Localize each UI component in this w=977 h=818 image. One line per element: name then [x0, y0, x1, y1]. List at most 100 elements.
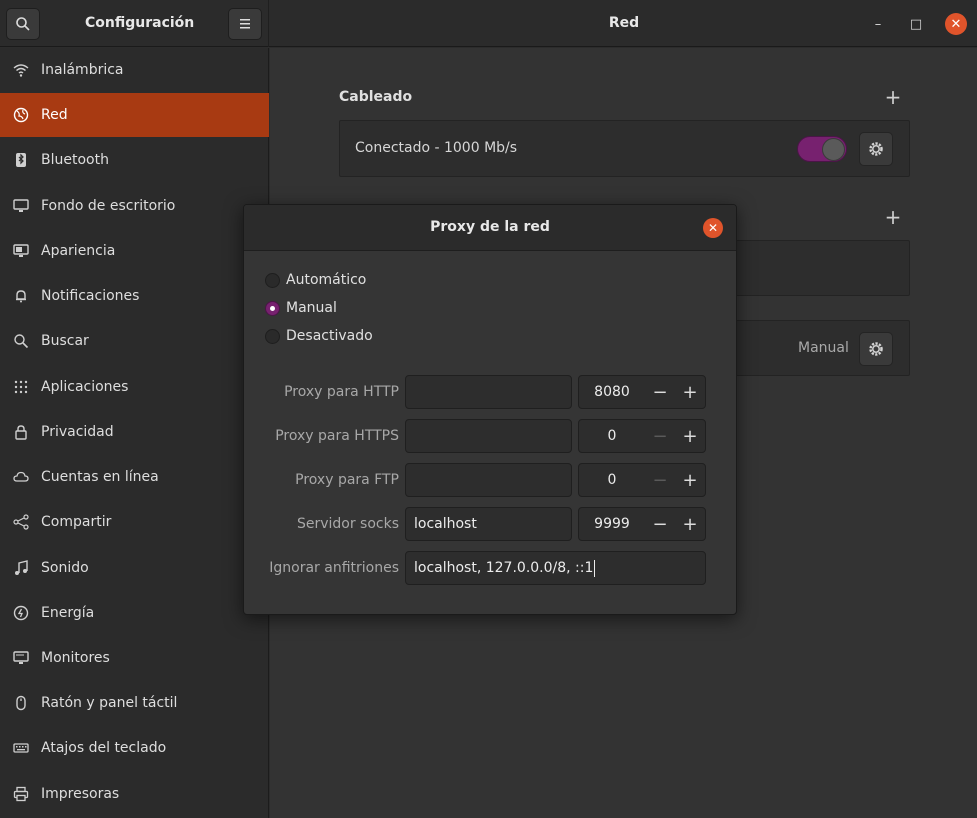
socks-host-input[interactable]: localhost — [405, 507, 572, 541]
proxy-settings-button[interactable] — [859, 332, 893, 366]
minus-icon: − — [652, 469, 668, 491]
sidebar-item-notificaciones[interactable]: Notificaciones — [0, 274, 269, 318]
sidebar-item-sonido[interactable]: Sonido — [0, 546, 269, 590]
ignore-hosts-label: Ignorar anfitriones — [269, 560, 399, 576]
socks-server-label: Servidor socks — [296, 516, 399, 532]
plus-icon[interactable]: + — [675, 376, 705, 408]
minimize-button[interactable]: – — [867, 13, 889, 35]
apps-grid-icon — [12, 378, 30, 396]
https-host-input[interactable] — [405, 419, 572, 453]
close-window-button[interactable]: ✕ — [945, 13, 967, 35]
text-cursor — [594, 559, 596, 577]
wifi-icon — [12, 61, 30, 79]
sidebar-item-impresoras[interactable]: Impresoras — [0, 772, 269, 816]
search-icon — [16, 17, 30, 31]
add-wired-button[interactable]: + — [883, 85, 903, 109]
appearance-icon — [12, 242, 30, 260]
wired-connection-card: Conectado - 1000 Mb/s — [339, 120, 910, 177]
wired-settings-button[interactable] — [859, 132, 893, 166]
power-icon — [12, 604, 30, 622]
plus-icon[interactable]: + — [675, 508, 705, 540]
http-proxy-label: Proxy para HTTP — [284, 384, 399, 400]
sidebar-item-label: Atajos del teclado — [41, 740, 167, 756]
page-title: Red — [608, 15, 640, 31]
sidebar-item-label: Buscar — [41, 333, 89, 349]
sidebar-item-label: Monitores — [41, 650, 110, 666]
sidebar-item-label: Bluetooth — [41, 152, 109, 168]
wired-status: Conectado - 1000 Mb/s — [355, 140, 518, 156]
http-host-input[interactable] — [405, 375, 572, 409]
sidebar-item-label: Inalámbrica — [41, 62, 124, 78]
sidebar-item-fondo[interactable]: Fondo de escritorio — [0, 184, 269, 228]
socks-port-value[interactable]: 9999 — [579, 516, 645, 532]
keyboard-icon — [12, 739, 30, 757]
http-port-stepper[interactable]: 8080 − + — [578, 375, 706, 409]
monitor-icon — [12, 649, 30, 667]
minus-icon: − — [652, 425, 668, 447]
menu-button[interactable] — [228, 8, 262, 40]
sidebar-item-label: Aplicaciones — [41, 379, 129, 395]
close-icon: ✕ — [950, 16, 962, 32]
music-note-icon — [12, 559, 30, 577]
search-icon — [12, 332, 30, 350]
toggle-knob — [822, 138, 845, 161]
gear-icon — [869, 342, 883, 356]
printer-icon — [12, 785, 30, 803]
sidebar-item-label: Ratón y panel táctil — [41, 695, 178, 711]
bluetooth-icon — [12, 151, 30, 169]
plus-icon[interactable]: + — [675, 464, 705, 496]
http-port-value[interactable]: 8080 — [579, 384, 645, 400]
app-title: Configuración — [85, 15, 195, 31]
minus-icon[interactable]: − — [645, 508, 675, 540]
sidebar-item-aplicaciones[interactable]: Aplicaciones — [0, 365, 269, 409]
sidebar-item-apariencia[interactable]: Apariencia — [0, 229, 269, 273]
minimize-icon: – — [874, 16, 882, 32]
sidebar-item-inalambrica[interactable]: Inalámbrica — [0, 48, 269, 92]
minus-icon[interactable]: − — [645, 376, 675, 408]
ftp-port-value[interactable]: 0 — [579, 472, 645, 488]
plus-icon[interactable]: + — [675, 420, 705, 452]
maximize-button[interactable]: □ — [905, 13, 927, 35]
sidebar-item-label: Energía — [41, 605, 95, 621]
ftp-port-stepper[interactable]: 0 − + — [578, 463, 706, 497]
sidebar-item-privacidad[interactable]: Privacidad — [0, 410, 269, 454]
sidebar-item-compartir[interactable]: Compartir — [0, 500, 269, 544]
radio-label: Manual — [286, 300, 337, 316]
sidebar-item-buscar[interactable]: Buscar — [0, 319, 269, 363]
https-proxy-label: Proxy para HTTPS — [275, 428, 399, 444]
radio-manual[interactable]: Manual — [265, 298, 337, 318]
plus-icon: + — [884, 85, 902, 109]
bell-icon — [12, 287, 30, 305]
sidebar-item-label: Cuentas en línea — [41, 469, 159, 485]
dialog-title: Proxy de la red — [430, 219, 550, 235]
radio-indicator — [265, 272, 280, 288]
header-bar: Configuración Red – □ ✕ — [0, 0, 977, 47]
ignore-hosts-value: localhost, 127.0.0.0/8, ::1 — [414, 560, 594, 576]
sidebar-item-raton[interactable]: Ratón y panel táctil — [0, 681, 269, 725]
https-port-value[interactable]: 0 — [579, 428, 645, 444]
wired-toggle[interactable] — [797, 136, 847, 162]
lock-icon — [12, 423, 30, 441]
radio-indicator — [265, 328, 280, 344]
radio-indicator — [265, 300, 280, 316]
add-vpn-button[interactable]: + — [883, 205, 903, 229]
sidebar-item-energia[interactable]: Energía — [0, 591, 269, 635]
sidebar-item-monitores[interactable]: Monitores — [0, 636, 269, 680]
ignore-hosts-input[interactable]: localhost, 127.0.0.0/8, ::1 — [405, 551, 706, 585]
sidebar-item-bluetooth[interactable]: Bluetooth — [0, 138, 269, 182]
sidebar-item-label: Privacidad — [41, 424, 114, 440]
sidebar-item-red[interactable]: Red — [0, 93, 269, 137]
dialog-close-button[interactable]: ✕ — [703, 218, 723, 238]
proxy-mode-value: Manual — [798, 340, 849, 356]
https-port-stepper[interactable]: 0 − + — [578, 419, 706, 453]
socks-port-stepper[interactable]: 9999 − + — [578, 507, 706, 541]
search-button[interactable] — [6, 8, 40, 40]
sidebar-item-cuentas[interactable]: Cuentas en línea — [0, 455, 269, 499]
hamburger-icon — [240, 19, 250, 29]
proxy-dialog: Proxy de la red ✕ Automático Manual Desa… — [243, 204, 737, 615]
ftp-host-input[interactable] — [405, 463, 572, 497]
sidebar-item-atajos[interactable]: Atajos del teclado — [0, 726, 269, 770]
radio-automatico[interactable]: Automático — [265, 270, 366, 290]
ftp-proxy-label: Proxy para FTP — [295, 472, 399, 488]
radio-desactivado[interactable]: Desactivado — [265, 326, 373, 346]
